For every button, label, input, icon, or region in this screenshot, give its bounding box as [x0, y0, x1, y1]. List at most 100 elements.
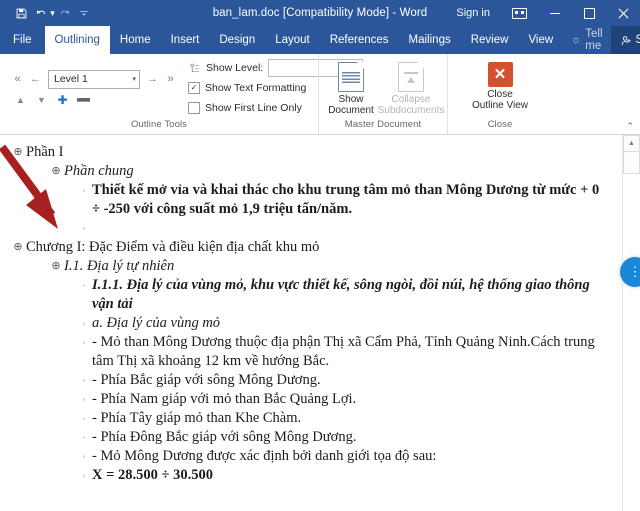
master-document-body: Show Document Collapse Subdocuments	[319, 58, 447, 118]
outline-text[interactable]: - Phía Tây giáp mỏ than Khe Chàm.	[92, 409, 309, 428]
tell-me-search[interactable]: ☼ Tell me	[563, 26, 610, 54]
outline-row[interactable]: ⊕ Chương I: Đặc Điểm và điều kiện địa chấ…	[0, 238, 616, 257]
outline-row[interactable]: ◦ - Mỏ than Mông Dương thuộc địa phận Thị…	[0, 333, 616, 371]
outline-bullet-icon[interactable]: ◦	[76, 333, 92, 352]
close-x-icon: ✕	[487, 62, 513, 87]
outline-text[interactable]: - Phía Nam giáp với mỏ than Bắc Quảng Lợ…	[92, 390, 364, 409]
outline-row[interactable]: ◦ - Phía Bắc giáp với sông Mông Dương.	[0, 371, 616, 390]
outline-text[interactable]: Thiết kế mở vỉa và khai thác cho khu tru…	[92, 181, 616, 219]
vertical-scrollbar[interactable]: ▲	[622, 135, 640, 511]
outline-expand-icon[interactable]: ⊕	[10, 238, 26, 257]
outline-row[interactable]: ◦ - Phía Đông Bắc giáp với sông Mông Dươn…	[0, 428, 616, 447]
outline-bullet-icon[interactable]: ◦	[76, 390, 92, 409]
outline-bullet-icon[interactable]: ◦	[76, 447, 92, 466]
tab-insert[interactable]: Insert	[161, 26, 210, 54]
tab-mailings[interactable]: Mailings	[399, 26, 461, 54]
outline-row[interactable]: ⊕ I.1. Địa lý tự nhiên	[0, 257, 616, 276]
tab-view[interactable]: View	[518, 26, 563, 54]
outline-text[interactable]: X = 28.500 ÷ 30.500	[92, 466, 221, 485]
outline-text[interactable]: - Phía Bắc giáp với sông Mông Dương.	[92, 371, 329, 390]
collapse-subdocuments-label-line2: Subdocuments	[377, 105, 445, 116]
close-outline-view-button[interactable]: ✕ Close Outline View	[470, 60, 530, 118]
collapse-icon[interactable]: ➖	[76, 94, 91, 107]
close-window-button[interactable]	[606, 0, 640, 26]
outline-row[interactable]: ⊕ Phần I	[0, 143, 616, 162]
show-text-formatting-checkbox[interactable]: ✓	[188, 82, 200, 94]
outline-text[interactable]: Phần chung	[64, 162, 142, 181]
outline-text[interactable]: Chương I: Đặc Điểm và điều kiện địa chất…	[26, 238, 327, 257]
undo-dropdown-icon[interactable]: ▾	[49, 8, 56, 19]
outline-bullet-icon[interactable]: ◦	[76, 219, 92, 238]
outline-text[interactable]	[92, 219, 100, 238]
scrollbar-thumb[interactable]	[623, 152, 640, 174]
move-down-icon[interactable]: ▼	[35, 94, 48, 107]
minimize-button[interactable]	[538, 0, 572, 26]
show-document-button[interactable]: Show Document	[325, 60, 377, 118]
outline-row[interactable]: ◦ a. Địa lý của vùng mỏ	[0, 314, 616, 333]
outline-bullet-icon[interactable]: ◦	[76, 466, 92, 485]
outline-bullet-icon[interactable]: ◦	[76, 276, 92, 295]
close-outline-view-label-line1: Close	[487, 89, 513, 100]
outline-text[interactable]: - Mỏ Mông Dương được xác định bởi danh g…	[92, 447, 444, 466]
outline-expand-icon[interactable]: ⊕	[48, 162, 64, 181]
tab-references[interactable]: References	[320, 26, 399, 54]
quick-access-toolbar: ▾	[0, 3, 95, 23]
outline-bullet-icon[interactable]: ◦	[76, 428, 92, 447]
move-up-icon[interactable]: ▲	[14, 94, 27, 107]
outline-text[interactable]: I.1.1. Địa lý của vùng mỏ, khu vực thiết…	[92, 276, 616, 314]
share-button[interactable]: Share	[610, 26, 640, 54]
show-first-line-only-checkbox[interactable]	[188, 102, 200, 114]
tab-layout[interactable]: Layout	[265, 26, 320, 54]
collapse-subdocuments-button: Collapse Subdocuments	[378, 60, 444, 118]
ribbon-display-options-icon[interactable]	[500, 0, 538, 26]
maximize-button[interactable]	[572, 0, 606, 26]
scrollbar-track[interactable]	[623, 175, 640, 511]
scroll-up-button[interactable]: ▲	[623, 135, 640, 152]
undo-icon[interactable]	[34, 3, 47, 23]
outline-text[interactable]: - Phía Đông Bắc giáp với sông Mông Dương…	[92, 428, 364, 447]
tab-review[interactable]: Review	[461, 26, 519, 54]
outline-row[interactable]: ◦ X = 28.500 ÷ 30.500	[0, 466, 616, 485]
outline-row[interactable]: ◦	[0, 219, 616, 238]
collapse-ribbon-icon[interactable]: ⌃	[626, 121, 634, 132]
outline-expand-icon[interactable]: ⊕	[10, 143, 26, 162]
ribbon: « ← Level 1 ▾ → » ▲ ▼ ✚ ➖ Show Level: ✓ …	[0, 54, 640, 135]
tab-design[interactable]: Design	[209, 26, 265, 54]
tab-outlining[interactable]: Outlining	[44, 26, 110, 54]
outline-bullet-icon[interactable]: ◦	[76, 371, 92, 390]
outline-bullet-icon[interactable]: ◦	[76, 181, 92, 200]
promote-to-heading1-icon[interactable]: «	[10, 72, 25, 87]
outline-expand-icon[interactable]: ⊕	[48, 257, 64, 276]
show-document-label-line1: Show	[338, 94, 364, 105]
outline-row[interactable]: ◦ Thiết kế mở vỉa và khai thác cho khu tr…	[0, 181, 616, 219]
tab-file[interactable]: File	[0, 26, 45, 54]
outline-level-dropdown[interactable]: Level 1 ▾	[48, 69, 140, 89]
outline-text[interactable]: Phần I	[26, 143, 71, 162]
tab-home[interactable]: Home	[110, 26, 161, 54]
ribbon-group-outline-tools: « ← Level 1 ▾ → » ▲ ▼ ✚ ➖ Show Level: ✓ …	[0, 54, 364, 134]
save-icon[interactable]	[10, 3, 32, 23]
outline-row[interactable]: ◦ - Mỏ Mông Dương được xác định bởi danh …	[0, 447, 616, 466]
outline-bullet-icon[interactable]: ◦	[76, 314, 92, 333]
ribbon-group-close: ✕ Close Outline View Close	[447, 54, 552, 134]
outline-page[interactable]: ⊕ Phần I ⊕ Phần chung ◦ Thiết kế mở vỉa và kh…	[0, 135, 616, 511]
customize-quick-access-toolbar-icon[interactable]	[73, 3, 95, 23]
outline-text[interactable]: I.1. Địa lý tự nhiên	[64, 257, 182, 276]
group-label-outline-tools: Outline Tools	[130, 119, 188, 130]
outline-bullet-icon[interactable]: ◦	[76, 409, 92, 428]
demote-icon[interactable]: →	[145, 72, 160, 87]
outline-text[interactable]: - Mỏ than Mông Dương thuộc địa phận Thị …	[92, 333, 616, 371]
outline-row[interactable]: ◦ - Phía Nam giáp với mỏ than Bắc Quảng L…	[0, 390, 616, 409]
outline-tools-body: « ← Level 1 ▾ → » ▲ ▼ ✚ ➖ Show Level: ✓ …	[0, 58, 364, 118]
outline-row[interactable]: ⊕ Phần chung	[0, 162, 616, 181]
redo-icon[interactable]	[58, 3, 71, 23]
promote-icon[interactable]: ←	[28, 72, 43, 87]
word-application-window: ▾ ban_lam.doc [Compatibility Mode] - Wor…	[0, 0, 640, 511]
show-level-label: Show Level:	[206, 62, 264, 74]
expand-icon[interactable]: ✚	[56, 94, 69, 107]
demote-to-body-text-icon[interactable]: »	[163, 72, 178, 87]
outline-row[interactable]: ◦ - Phía Tây giáp mỏ than Khe Chàm.	[0, 409, 616, 428]
sign-in-button[interactable]: Sign in	[446, 7, 500, 19]
outline-text[interactable]: a. Địa lý của vùng mỏ	[92, 314, 228, 333]
outline-row[interactable]: ◦ I.1.1. Địa lý của vùng mỏ, khu vực thiế…	[0, 276, 616, 314]
